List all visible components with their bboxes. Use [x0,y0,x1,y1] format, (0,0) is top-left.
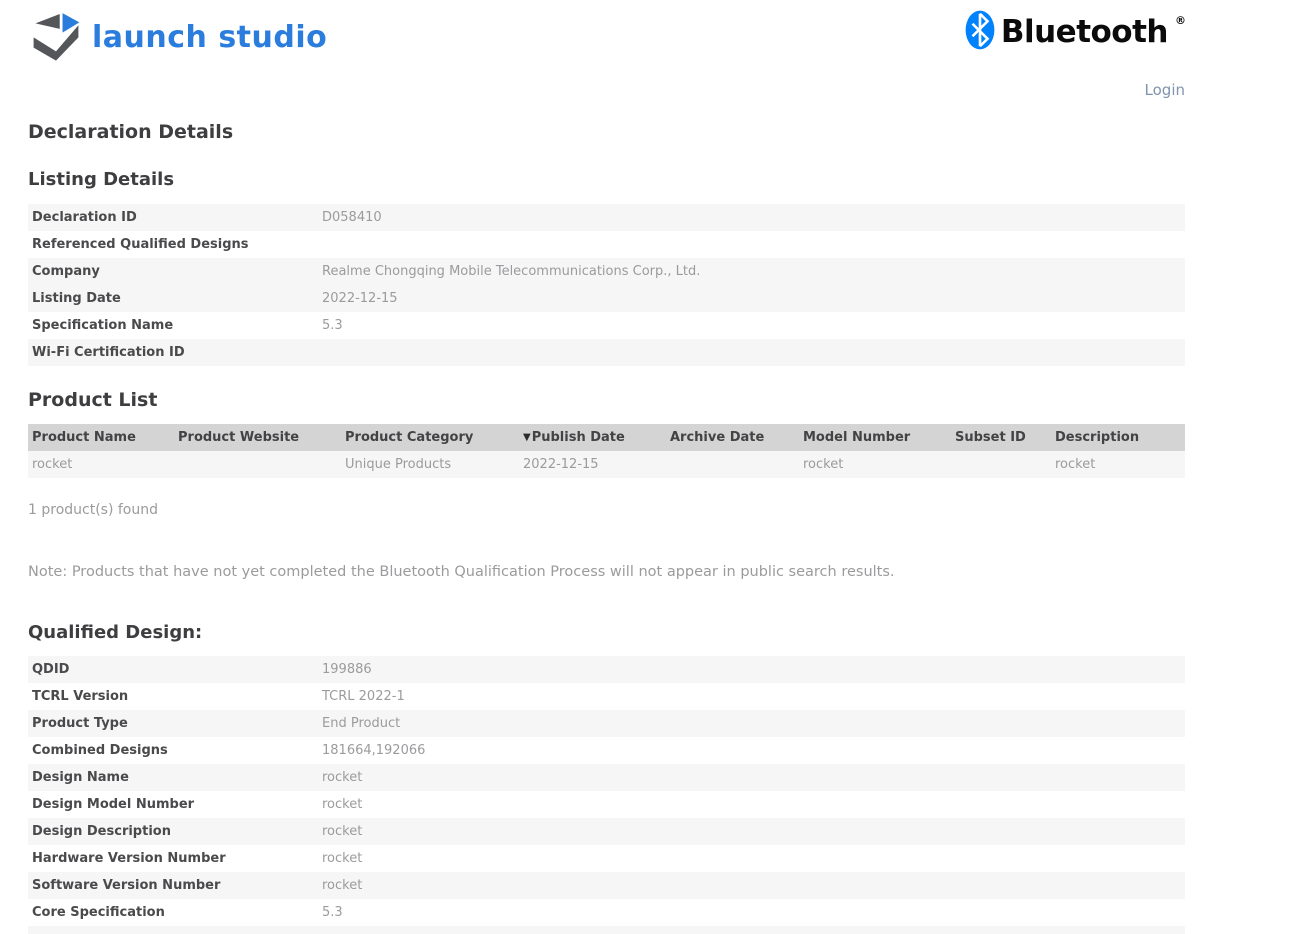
row-value: 181664,192066 [322,743,426,758]
row-value: 199886 [322,662,372,677]
row-value: 5.3 [322,905,343,920]
column-header-product-website[interactable]: Product Website [174,430,341,445]
qualification-note: Note: Products that have not yet complet… [28,564,895,580]
row-label: Core Specification [32,905,165,920]
row-label: Company [32,264,100,279]
product-table-header: Product Name Product Website Product Cat… [28,424,1185,451]
bluetooth-wordmark: Bluetooth [1000,14,1169,50]
row-label: Software Version Number [32,878,221,893]
table-row: Referenced Qualified Designs [28,231,1185,258]
row-label: Wi-Fi Certification ID [32,345,185,360]
cell-product-category: Unique Products [345,457,452,472]
row-value: TCRL 2022-1 [322,689,405,704]
row-value: rocket [322,824,363,839]
row-label: Product Type [32,716,128,731]
table-row: Declaration ID D058410 [28,204,1185,231]
product-list-heading: Product List [28,389,158,411]
row-value: rocket [322,797,363,812]
table-row: Specification Name 5.3 [28,312,1185,339]
row-label: QDID [32,662,70,677]
column-header-product-name[interactable]: Product Name [28,430,174,445]
table-row: Hardware Version Number rocket [28,845,1185,872]
row-label: Referenced Qualified Designs [32,237,249,252]
launch-studio-wordmark: launch studio [92,19,328,55]
table-row: Design Name rocket [28,764,1185,791]
table-row: QDID 199886 [28,656,1185,683]
row-value: rocket [322,770,363,785]
table-row: Product Type End Product [28,710,1185,737]
launch-studio-icon [28,8,84,66]
page-container: launch studio Bluetooth ® Login Declarati… [28,0,1186,934]
bluetooth-rune-icon [965,10,995,54]
table-row: Company Realme Chongqing Mobile Telecomm… [28,258,1185,285]
column-header-description[interactable]: Description [1051,430,1185,445]
qualified-design-table: QDID 199886 TCRL Version TCRL 2022-1 Pro… [28,656,1185,934]
login-row: Login [28,80,1185,99]
table-row: Combined Designs 181664,192066 [28,737,1185,764]
row-value: D058410 [322,210,382,225]
table-row: Core Specification 5.3 [28,899,1185,926]
row-label: Declaration ID [32,210,137,225]
row-value: Realme Chongqing Mobile Telecommunicatio… [322,264,701,279]
row-label: Design Description [32,824,171,839]
bluetooth-logo: Bluetooth ® [965,8,1186,54]
page-title: Declaration Details [28,121,234,143]
table-row: TCRL Version TCRL 2022-1 [28,683,1185,710]
row-value: 5.3 [322,318,343,333]
result-count: 1 product(s) found [28,502,158,518]
row-label: Design Model Number [32,797,195,812]
column-header-product-category[interactable]: Product Category [341,430,519,445]
row-label: Hardware Version Number [32,851,226,866]
product-table-row: rocket Unique Products 2022-12-15 rocket… [28,451,1185,478]
row-value: rocket [322,878,363,893]
cell-publish-date: 2022-12-15 [523,457,599,472]
top-bar: launch studio Bluetooth ® [28,0,1186,66]
cell-description: rocket [1055,457,1096,472]
listing-details-heading: Listing Details [28,169,175,190]
launch-studio-logo[interactable]: launch studio [28,8,327,66]
column-header-subset-id[interactable]: Subset ID [951,430,1051,445]
row-label: TCRL Version [32,689,129,704]
listing-details-table: Declaration ID D058410 Referenced Qualif… [28,204,1185,366]
registered-mark: ® [1175,13,1186,27]
table-row: Software Version Number rocket [28,872,1185,899]
login-link[interactable]: Login [1145,81,1185,99]
row-label: Design Name [32,770,129,785]
product-table: Product Name Product Website Product Cat… [28,424,1185,478]
row-value: End Product [322,716,401,731]
qualified-design-heading: Qualified Design: [28,622,203,643]
column-header-model-number[interactable]: Model Number [799,430,951,445]
table-row: Wi-Fi Certification ID [28,339,1185,366]
row-value: rocket [322,851,363,866]
table-row-partial [28,926,1185,934]
sort-descending-icon: ▼ [523,432,531,443]
row-label: Specification Name [32,318,174,333]
cell-model-number: rocket [803,457,844,472]
table-row: Design Model Number rocket [28,791,1185,818]
column-header-archive-date[interactable]: Archive Date [666,430,799,445]
table-row: Listing Date 2022-12-15 [28,285,1185,312]
row-label: Listing Date [32,291,121,306]
column-header-publish-date[interactable]: ▼Publish Date [519,430,666,445]
cell-product-name: rocket [32,457,73,472]
row-label: Combined Designs [32,743,168,758]
row-value: 2022-12-15 [322,291,398,306]
table-row: Design Description rocket [28,818,1185,845]
